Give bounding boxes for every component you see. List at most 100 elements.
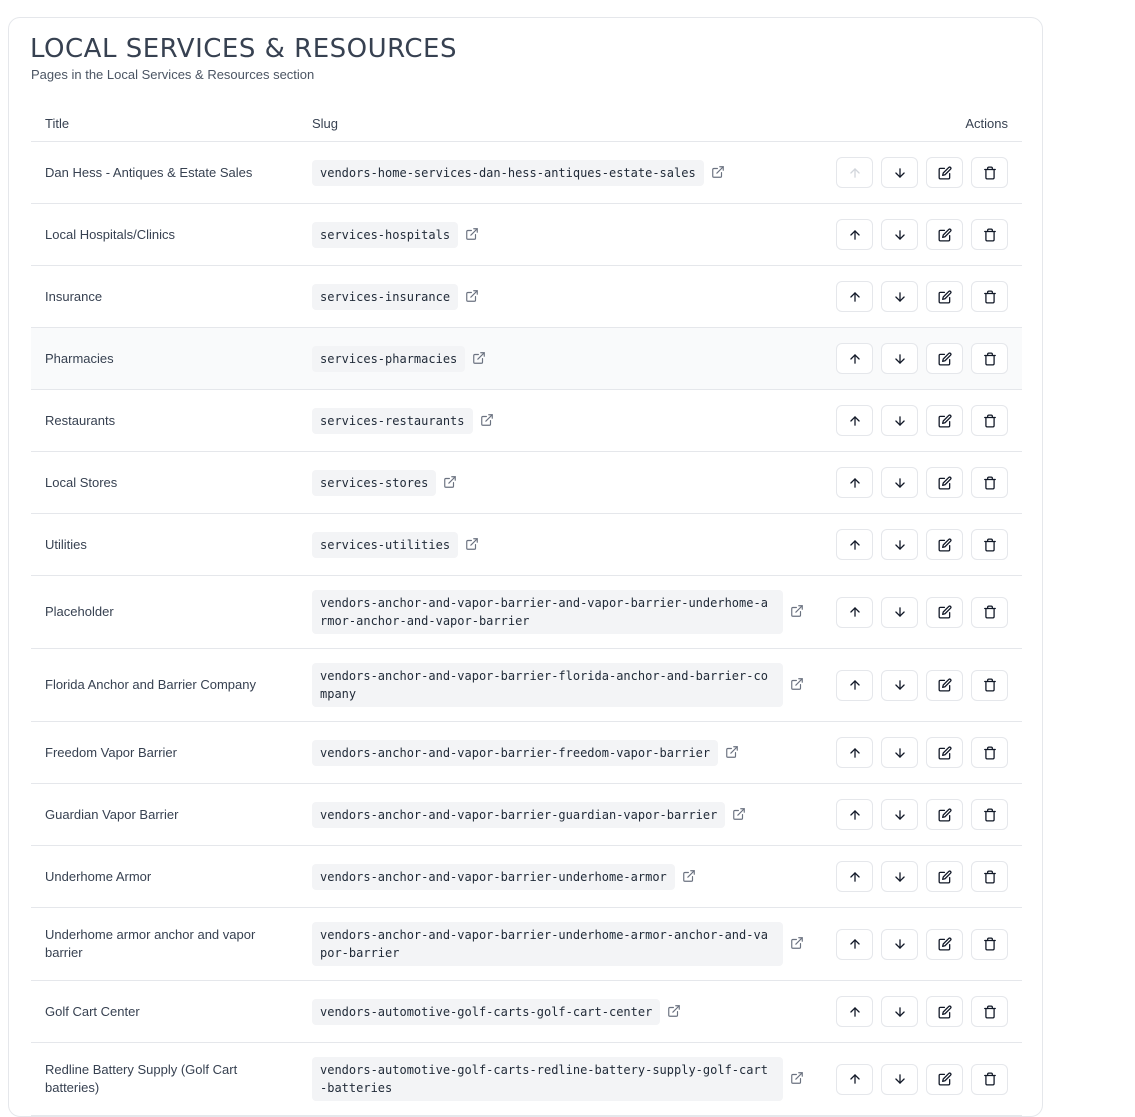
external-link-icon[interactable] bbox=[790, 677, 806, 693]
row-slug-cell: services-pharmacies bbox=[298, 327, 820, 390]
move-up-button[interactable] bbox=[836, 861, 873, 892]
trash-icon bbox=[983, 476, 997, 490]
row-actions-cell bbox=[820, 845, 1022, 908]
edit-button[interactable] bbox=[926, 219, 963, 250]
external-link-icon[interactable] bbox=[790, 936, 806, 952]
delete-button[interactable] bbox=[971, 157, 1008, 188]
edit-button[interactable] bbox=[926, 669, 963, 701]
external-link-icon[interactable] bbox=[465, 537, 481, 553]
move-down-button[interactable] bbox=[881, 669, 918, 701]
delete-button[interactable] bbox=[971, 467, 1008, 498]
move-up-button[interactable] bbox=[836, 405, 873, 436]
move-up-button[interactable] bbox=[836, 529, 873, 560]
edit-button[interactable] bbox=[926, 343, 963, 374]
arrow-down-icon bbox=[893, 678, 907, 692]
delete-button[interactable] bbox=[971, 405, 1008, 436]
move-down-button[interactable] bbox=[881, 157, 918, 188]
move-down-button[interactable] bbox=[881, 467, 918, 498]
row-slug-cell: services-utilities bbox=[298, 513, 820, 576]
delete-button[interactable] bbox=[971, 928, 1008, 960]
row-slug: vendors-anchor-and-vapor-barrier-underho… bbox=[312, 863, 675, 890]
edit-button[interactable] bbox=[926, 281, 963, 312]
external-link-icon[interactable] bbox=[443, 475, 459, 491]
delete-button[interactable] bbox=[971, 1063, 1008, 1095]
move-down-button[interactable] bbox=[881, 281, 918, 312]
row-slug: vendors-automotive-golf-carts-golf-cart-… bbox=[312, 998, 661, 1025]
row-actions-cell bbox=[820, 389, 1022, 452]
external-link-icon[interactable] bbox=[732, 807, 748, 823]
row-title: Underhome armor anchor and vapor barrier bbox=[31, 907, 298, 981]
move-down-button[interactable] bbox=[881, 861, 918, 892]
move-down-button[interactable] bbox=[881, 737, 918, 768]
external-link-icon[interactable] bbox=[711, 165, 727, 181]
delete-button[interactable] bbox=[971, 219, 1008, 250]
row-title: Insurance bbox=[31, 265, 298, 328]
arrow-down-icon bbox=[893, 414, 907, 428]
move-up-button[interactable] bbox=[836, 281, 873, 312]
external-link-icon[interactable] bbox=[725, 745, 741, 761]
edit-button[interactable] bbox=[926, 596, 963, 628]
trash-icon bbox=[983, 414, 997, 428]
edit-button[interactable] bbox=[926, 996, 963, 1027]
delete-button[interactable] bbox=[971, 737, 1008, 768]
edit-icon bbox=[938, 475, 952, 490]
move-down-button[interactable] bbox=[881, 1063, 918, 1095]
arrow-up-icon bbox=[848, 870, 862, 884]
external-link-icon[interactable] bbox=[465, 289, 481, 305]
row-title: Restaurants bbox=[31, 389, 298, 452]
delete-button[interactable] bbox=[971, 281, 1008, 312]
row-slug: vendors-automotive-golf-carts-redline-ba… bbox=[312, 1057, 783, 1101]
move-down-button[interactable] bbox=[881, 343, 918, 374]
edit-button[interactable] bbox=[926, 405, 963, 436]
delete-button[interactable] bbox=[971, 669, 1008, 701]
table-row: Underhome Armor vendors-anchor-and-vapor-… bbox=[31, 845, 1022, 908]
delete-button[interactable] bbox=[971, 861, 1008, 892]
move-up-button[interactable] bbox=[836, 467, 873, 498]
edit-button[interactable] bbox=[926, 737, 963, 768]
move-down-button[interactable] bbox=[881, 219, 918, 250]
move-up-button[interactable] bbox=[836, 596, 873, 628]
delete-button[interactable] bbox=[971, 596, 1008, 628]
row-actions-cell bbox=[820, 451, 1022, 514]
move-down-button[interactable] bbox=[881, 405, 918, 436]
edit-button[interactable] bbox=[926, 799, 963, 830]
external-link-icon[interactable] bbox=[465, 227, 481, 243]
arrow-up-icon bbox=[848, 228, 862, 242]
arrow-down-icon bbox=[893, 746, 907, 760]
external-link-icon[interactable] bbox=[790, 604, 806, 620]
move-up-button[interactable] bbox=[836, 343, 873, 374]
edit-button[interactable] bbox=[926, 861, 963, 892]
external-link-icon[interactable] bbox=[667, 1004, 683, 1020]
move-up-button[interactable] bbox=[836, 996, 873, 1027]
delete-button[interactable] bbox=[971, 799, 1008, 830]
edit-button[interactable] bbox=[926, 467, 963, 498]
delete-button[interactable] bbox=[971, 343, 1008, 374]
move-down-button[interactable] bbox=[881, 799, 918, 830]
move-up-button[interactable] bbox=[836, 669, 873, 701]
move-up-button[interactable] bbox=[836, 928, 873, 960]
move-up-button[interactable] bbox=[836, 1063, 873, 1095]
table-row: Utilities services-utilities bbox=[31, 513, 1022, 576]
external-link-icon[interactable] bbox=[790, 1071, 806, 1087]
external-link-icon[interactable] bbox=[472, 351, 488, 367]
row-slug: services-stores bbox=[312, 469, 437, 496]
move-up-button[interactable] bbox=[836, 219, 873, 250]
delete-button[interactable] bbox=[971, 529, 1008, 560]
edit-button[interactable] bbox=[926, 529, 963, 560]
row-actions-cell bbox=[820, 907, 1022, 981]
row-actions-cell bbox=[820, 721, 1022, 784]
move-up-button[interactable] bbox=[836, 737, 873, 768]
delete-button[interactable] bbox=[971, 996, 1008, 1027]
edit-button[interactable] bbox=[926, 928, 963, 960]
row-actions-cell bbox=[820, 141, 1022, 204]
table-row: Underhome armor anchor and vapor barrier… bbox=[31, 907, 1022, 981]
external-link-icon[interactable] bbox=[480, 413, 496, 429]
move-down-button[interactable] bbox=[881, 529, 918, 560]
edit-button[interactable] bbox=[926, 1063, 963, 1095]
move-up-button[interactable] bbox=[836, 799, 873, 830]
move-down-button[interactable] bbox=[881, 996, 918, 1027]
move-down-button[interactable] bbox=[881, 928, 918, 960]
external-link-icon[interactable] bbox=[682, 869, 698, 885]
move-down-button[interactable] bbox=[881, 596, 918, 628]
edit-button[interactable] bbox=[926, 157, 963, 188]
